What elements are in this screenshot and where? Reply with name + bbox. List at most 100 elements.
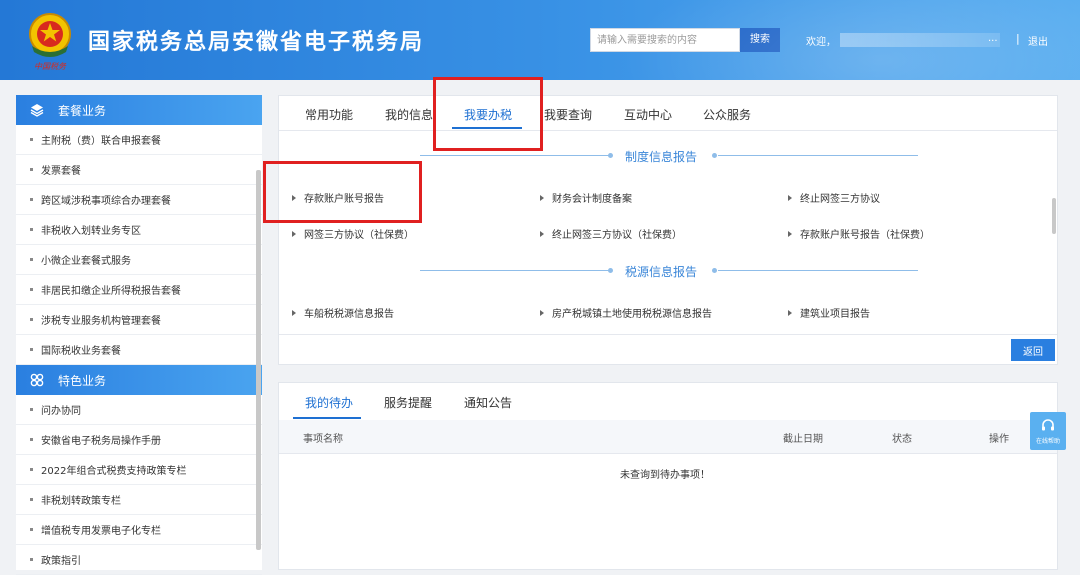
sidebar-item-label: 非税收入划转业务专区 bbox=[41, 226, 141, 237]
link-terminate-tripartite[interactable]: 终止网签三方协议 bbox=[788, 190, 880, 205]
panel-scrollbar[interactable] bbox=[1052, 198, 1056, 234]
bullet-icon bbox=[30, 318, 33, 321]
sidebar-item[interactable]: 跨区域涉税事项综合办理套餐 bbox=[16, 185, 262, 215]
bullet-icon bbox=[30, 258, 33, 261]
link-tripartite-social[interactable]: 网签三方协议（社保费） bbox=[292, 226, 414, 241]
sidebar-item-label: 涉税专业服务机构管理套餐 bbox=[41, 316, 161, 327]
sidebar-item[interactable]: 非税收入划转业务专区 bbox=[16, 215, 262, 245]
empty-todo-message: 未查询到待办事项！ bbox=[620, 470, 710, 481]
link-label: 网签三方协议（社保费） bbox=[304, 230, 414, 241]
search-input[interactable] bbox=[590, 28, 740, 52]
tab-interaction[interactable]: 互动中心 bbox=[624, 106, 672, 123]
link-vehicle-tax-source[interactable]: 车船税税源信息报告 bbox=[292, 305, 394, 320]
tab-public-service[interactable]: 公众服务 bbox=[703, 106, 751, 123]
col-header-action: 操作 bbox=[989, 434, 1009, 445]
link-deposit-account-social[interactable]: 存款账户账号报告（社保费） bbox=[788, 226, 930, 241]
bullet-icon bbox=[30, 498, 33, 501]
sidebar-item[interactable]: 安徽省电子税务局操作手册 bbox=[16, 425, 262, 455]
section-title-tax-source: 税源信息报告 bbox=[625, 265, 698, 279]
bullet-icon bbox=[30, 138, 33, 141]
col-header-item-name: 事项名称 bbox=[303, 434, 343, 445]
tab-query[interactable]: 我要查询 bbox=[544, 106, 592, 123]
sidebar-item[interactable]: 发票套餐 bbox=[16, 155, 262, 185]
sidebar-item[interactable]: 非居民扣缴企业所得税报告套餐 bbox=[16, 275, 262, 305]
link-label: 财务会计制度备案 bbox=[552, 194, 632, 205]
sidebar-item[interactable]: 增值税专用发票电子化专栏 bbox=[16, 515, 262, 545]
section-divider-dot bbox=[712, 153, 717, 158]
sidebar-item[interactable]: 问办协同 bbox=[16, 395, 262, 425]
link-terminate-tripartite-social[interactable]: 终止网签三方协议（社保费） bbox=[540, 226, 682, 241]
arrow-right-icon bbox=[540, 309, 544, 316]
arrow-right-icon bbox=[788, 230, 792, 237]
section-divider bbox=[718, 270, 918, 271]
col-header-deadline: 截止日期 bbox=[783, 434, 823, 445]
section-divider bbox=[420, 270, 610, 271]
sidebar-item[interactable]: 小微企业套餐式服务 bbox=[16, 245, 262, 275]
section-divider-dot bbox=[712, 268, 717, 273]
logout-link[interactable]: 退出 bbox=[1028, 33, 1048, 48]
link-label: 建筑业项目报告 bbox=[800, 309, 870, 320]
online-help-button[interactable]: 在线帮助 bbox=[1030, 412, 1066, 450]
link-accounting-system-filing[interactable]: 财务会计制度备案 bbox=[540, 190, 632, 205]
site-title: 国家税务总局安徽省电子税务局 bbox=[88, 30, 425, 55]
tab-notices[interactable]: 通知公告 bbox=[464, 394, 512, 411]
sidebar-scrollbar[interactable] bbox=[256, 170, 261, 550]
highlight-box-tab bbox=[433, 77, 543, 151]
sidebar-item[interactable]: 国际税收业务套餐 bbox=[16, 335, 262, 365]
sidebar-item[interactable]: 政策指引 bbox=[16, 545, 262, 575]
link-label: 终止网签三方协议 bbox=[800, 194, 880, 205]
welcome-text: 欢迎， bbox=[806, 37, 836, 48]
tab-my-todo[interactable]: 我的待办 bbox=[305, 394, 353, 411]
section-divider-dot bbox=[608, 153, 613, 158]
link-property-land-tax-source[interactable]: 房产税城镇土地使用税税源信息报告 bbox=[540, 305, 712, 320]
sidebar-group-package[interactable]: 套餐业务 bbox=[16, 95, 262, 125]
masked-username bbox=[840, 33, 1000, 47]
svg-text:中国税务: 中国税务 bbox=[34, 62, 67, 71]
bullet-icon bbox=[30, 438, 33, 441]
link-label: 存款账户账号报告（社保费） bbox=[800, 230, 930, 241]
sidebar-item-label: 增值税专用发票电子化专栏 bbox=[41, 526, 161, 537]
arrow-right-icon bbox=[788, 309, 792, 316]
grid-icon bbox=[30, 373, 44, 387]
headset-icon bbox=[1042, 418, 1054, 430]
sidebar-item[interactable]: 2022年组合式税费支持政策专栏 bbox=[16, 455, 262, 485]
sidebar-group-featured[interactable]: 特色业务 bbox=[16, 365, 262, 395]
sidebar-item-label: 2022年组合式税费支持政策专栏 bbox=[41, 466, 187, 477]
bullet-icon bbox=[30, 198, 33, 201]
link-label: 终止网签三方协议（社保费） bbox=[552, 230, 682, 241]
section-divider bbox=[420, 155, 610, 156]
sidebar-item-label: 非居民扣缴企业所得税报告套餐 bbox=[41, 286, 181, 297]
bullet-icon bbox=[30, 408, 33, 411]
sidebar-item-label: 非税划转政策专栏 bbox=[41, 496, 121, 507]
arrow-right-icon bbox=[540, 230, 544, 237]
sidebar-item-label: 小微企业套餐式服务 bbox=[41, 256, 131, 267]
tab-service-reminder[interactable]: 服务提醒 bbox=[384, 394, 432, 411]
bullet-icon bbox=[30, 228, 33, 231]
layers-icon bbox=[30, 104, 44, 117]
sidebar-item-label: 国际税收业务套餐 bbox=[41, 346, 121, 357]
sidebar-item-label: 政策指引 bbox=[41, 556, 81, 567]
tab-my-info[interactable]: 我的信息 bbox=[385, 106, 433, 123]
online-help-label: 在线帮助 bbox=[1035, 437, 1060, 445]
table-header-row bbox=[279, 420, 1057, 454]
username-ellipsis: ... bbox=[988, 33, 998, 44]
site-header: 中国税务 国家税务总局安徽省电子税务局 搜索 欢迎， ... | 退出 bbox=[0, 0, 1080, 80]
arrow-right-icon bbox=[788, 194, 792, 201]
link-construction-project[interactable]: 建筑业项目报告 bbox=[788, 305, 870, 320]
arrow-right-icon bbox=[292, 230, 296, 237]
tab-common[interactable]: 常用功能 bbox=[305, 106, 353, 123]
sidebar-item[interactable]: 非税划转政策专栏 bbox=[16, 485, 262, 515]
arrow-right-icon bbox=[292, 309, 296, 316]
bullet-icon bbox=[30, 168, 33, 171]
header-separator: | bbox=[1016, 32, 1020, 45]
back-button[interactable]: 返回 bbox=[1011, 339, 1055, 361]
sidebar-item[interactable]: 主附税（费）联合申报套餐 bbox=[16, 125, 262, 155]
sidebar-item-label: 问办协同 bbox=[41, 406, 81, 417]
tax-emblem-logo: 中国税务 bbox=[29, 13, 71, 71]
sidebar-item-label: 安徽省电子税务局操作手册 bbox=[41, 436, 161, 447]
panel-divider bbox=[279, 334, 1057, 335]
search-button[interactable]: 搜索 bbox=[740, 28, 780, 52]
sidebar-item-label: 跨区域涉税事项综合办理套餐 bbox=[41, 196, 171, 207]
sidebar-item[interactable]: 涉税专业服务机构管理套餐 bbox=[16, 305, 262, 335]
highlight-box-link bbox=[263, 161, 422, 223]
